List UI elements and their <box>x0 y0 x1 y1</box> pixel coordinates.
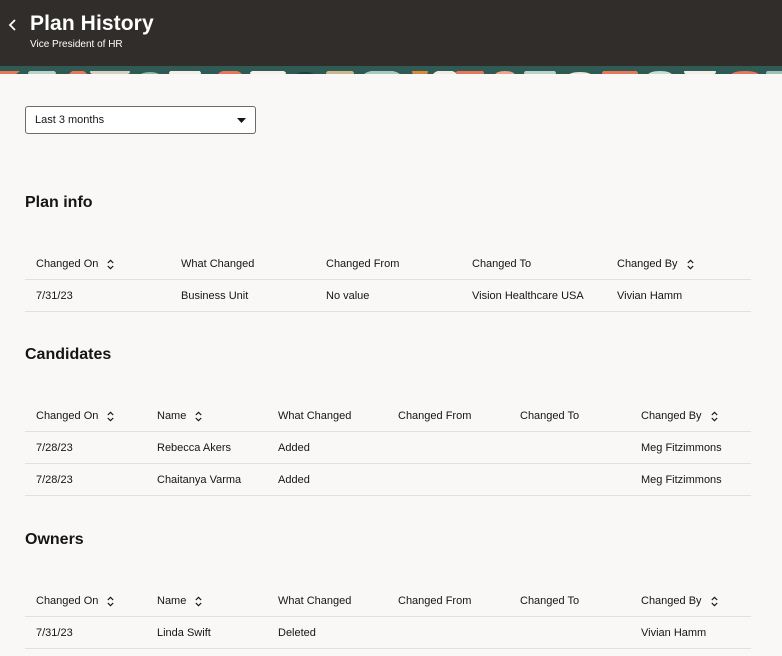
cell-changed-from: No value <box>326 290 370 302</box>
cell-changed-by: Vivian Hamm <box>617 290 683 302</box>
date-range-select[interactable]: Last 3 months <box>25 106 256 134</box>
sort-icon[interactable] <box>107 410 115 422</box>
column-header-changed-on[interactable]: Changed On <box>36 400 115 432</box>
sort-icon[interactable] <box>195 410 202 422</box>
column-header-changed-by[interactable]: Changed By <box>617 248 694 280</box>
table-header: Changed On Name What Changed Changed Fro… <box>25 400 751 432</box>
sort-icon[interactable] <box>107 258 115 270</box>
page-subtitle: Vice President of HR <box>30 39 123 50</box>
column-header-changed-to: Changed To <box>520 595 580 607</box>
column-header-changed-by[interactable]: Changed By <box>641 585 718 617</box>
sort-icon[interactable] <box>686 258 694 270</box>
table-row: 7/31/23 Linda Swift Deleted Vivian Hamm <box>25 617 751 649</box>
cell-what-changed: Added <box>278 442 310 454</box>
column-header-changed-to: Changed To <box>520 410 580 422</box>
page-header: Plan History Vice President of HR <box>0 0 782 66</box>
cell-changed-by: Meg Fitzimmons <box>641 442 722 454</box>
cell-changed-by: Meg Fitzimmons <box>641 474 722 486</box>
sort-icon[interactable] <box>710 410 718 422</box>
table-row: 7/28/23 Rebecca Akers Added Meg Fitzimmo… <box>25 432 751 464</box>
cell-changed-to: Vision Healthcare USA <box>472 290 584 302</box>
sort-icon[interactable] <box>195 595 202 607</box>
plan-info-heading: Plan info <box>25 194 93 211</box>
owners-table: Changed On Name What Changed Changed Fro… <box>25 585 751 649</box>
column-header-changed-from: Changed From <box>326 258 400 270</box>
column-header-changed-from: Changed From <box>398 410 472 422</box>
column-header-what-changed: What Changed <box>278 595 352 607</box>
caret-down-icon <box>237 118 246 123</box>
table-header: Changed On What Changed Changed From Cha… <box>25 248 751 280</box>
cell-changed-on: 7/28/23 <box>36 474 73 486</box>
column-header-what-changed: What Changed <box>181 258 255 270</box>
owners-heading: Owners <box>25 531 84 548</box>
date-range-value: Last 3 months <box>35 114 105 126</box>
cell-changed-on: 7/31/23 <box>36 627 73 639</box>
cell-changed-on: 7/28/23 <box>36 442 73 454</box>
decorative-banner <box>0 66 782 74</box>
column-header-what-changed: What Changed <box>278 410 352 422</box>
column-header-changed-on[interactable]: Changed On <box>36 585 115 617</box>
cell-what-changed: Added <box>278 474 310 486</box>
cell-name: Linda Swift <box>157 627 211 639</box>
table-header: Changed On Name What Changed Changed Fro… <box>25 585 751 617</box>
chevron-left-icon <box>8 19 16 31</box>
column-header-changed-from: Changed From <box>398 595 472 607</box>
cell-changed-by: Vivian Hamm <box>641 627 707 639</box>
candidates-heading: Candidates <box>25 346 112 363</box>
column-header-changed-to: Changed To <box>472 258 532 270</box>
cell-what-changed: Business Unit <box>181 290 249 302</box>
back-button[interactable] <box>4 14 22 36</box>
cell-name: Rebecca Akers <box>157 442 231 454</box>
sort-icon[interactable] <box>710 595 718 607</box>
column-header-changed-on[interactable]: Changed On <box>36 248 115 280</box>
column-header-name[interactable]: Name <box>157 585 202 617</box>
column-header-name[interactable]: Name <box>157 400 202 432</box>
candidates-table: Changed On Name What Changed Changed Fro… <box>25 400 751 496</box>
plan-info-table: Changed On What Changed Changed From Cha… <box>25 248 751 312</box>
cell-changed-on: 7/31/23 <box>36 290 73 302</box>
column-header-changed-by[interactable]: Changed By <box>641 400 718 432</box>
table-row: 7/31/23 Business Unit No value Vision He… <box>25 280 751 312</box>
sort-icon[interactable] <box>107 595 115 607</box>
cell-what-changed: Deleted <box>278 627 316 639</box>
cell-name: Chaitanya Varma <box>157 474 242 486</box>
table-row: 7/28/23 Chaitanya Varma Added Meg Fitzim… <box>25 464 751 496</box>
page-title: Plan History <box>30 12 154 35</box>
